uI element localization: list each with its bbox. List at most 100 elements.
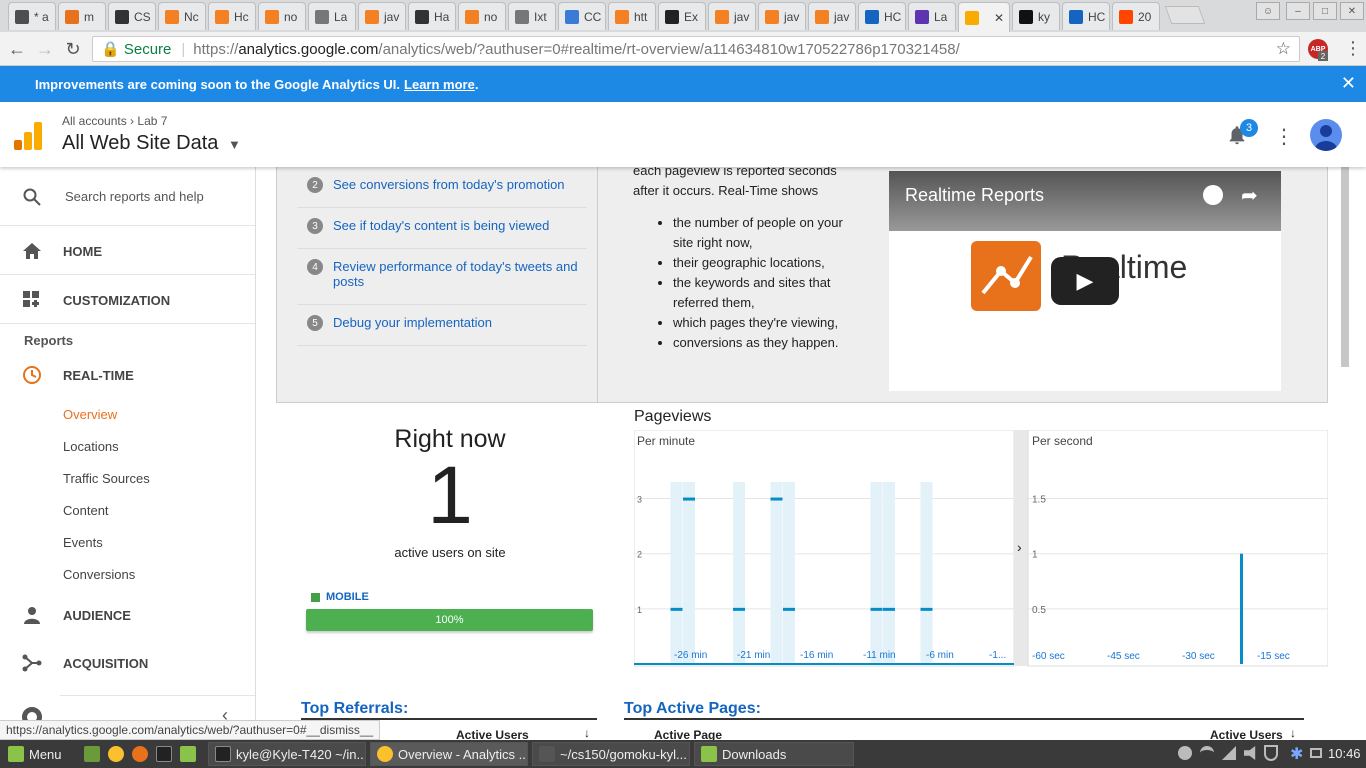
taskbar-window[interactable]: ~/cs150/gomoku-kyl... bbox=[532, 742, 690, 766]
browser-tab[interactable]: La bbox=[308, 2, 356, 30]
browser-tab[interactable]: Ex bbox=[658, 2, 706, 30]
minute-bar-cap bbox=[683, 497, 695, 501]
breadcrumb[interactable]: All accounts › Lab 7 bbox=[62, 114, 167, 128]
start-menu-button[interactable]: Menu bbox=[2, 742, 70, 766]
back-icon[interactable]: ← bbox=[6, 38, 28, 60]
breadcrumb-property[interactable]: Lab 7 bbox=[137, 114, 167, 128]
intro-step[interactable]: 5 Debug your implementation bbox=[297, 315, 587, 346]
active-page-header[interactable]: Active Page bbox=[654, 728, 722, 740]
video-player[interactable]: Realtime Reports ➦ Realtime ▶ bbox=[889, 171, 1281, 391]
wifi-tray-icon[interactable] bbox=[1200, 746, 1214, 760]
browser-tab[interactable]: jav bbox=[708, 2, 756, 30]
sidebar-item-content[interactable]: Content bbox=[63, 503, 109, 518]
browser-tab[interactable]: Hc bbox=[208, 2, 256, 30]
learn-more-link[interactable]: Learn more bbox=[404, 77, 475, 92]
sort-down-icon[interactable]: ↓ bbox=[1290, 726, 1296, 740]
browser-tab[interactable]: Ha bbox=[408, 2, 456, 30]
reload-icon[interactable]: ↻ bbox=[62, 38, 84, 60]
browser-tab[interactable]: Ixt bbox=[508, 2, 556, 30]
intro-step[interactable]: 3 See if today's content is being viewed bbox=[297, 218, 587, 249]
battery-tray-icon[interactable] bbox=[1310, 748, 1322, 758]
signal-tray-icon[interactable] bbox=[1222, 746, 1236, 760]
step-link[interactable]: See if today's content is being viewed bbox=[333, 218, 549, 248]
shield-tray-icon[interactable] bbox=[1264, 745, 1278, 761]
view-selector[interactable]: All Web Site Data ▼ bbox=[62, 132, 241, 155]
user-tray-icon[interactable] bbox=[1178, 746, 1192, 760]
browser-tab[interactable]: no bbox=[458, 2, 506, 30]
referrals-active-users-header[interactable]: Active Users bbox=[456, 728, 529, 740]
chrome-launcher-icon[interactable] bbox=[102, 742, 129, 766]
profile-button[interactable]: ☺ bbox=[1256, 2, 1280, 20]
taskbar-window[interactable]: Overview - Analytics ... bbox=[370, 742, 528, 766]
browser-tab[interactable]: CS bbox=[108, 2, 156, 30]
play-button[interactable]: ▶ bbox=[1051, 257, 1119, 305]
browser-tab[interactable]: ✕ bbox=[958, 2, 1010, 32]
browser-tab[interactable]: jav bbox=[358, 2, 406, 30]
browser-tab[interactable]: Nc bbox=[158, 2, 206, 30]
sidebar-item-traffic-sources[interactable]: Traffic Sources bbox=[63, 471, 150, 486]
address-bar[interactable]: 🔒 Secure | https://analytics.google.com /… bbox=[92, 36, 1300, 62]
sidebar-item-overview[interactable]: Overview bbox=[63, 407, 117, 422]
taskbar-window[interactable]: kyle@Kyle-T420 ~/in... bbox=[208, 742, 366, 766]
browser-tab[interactable]: La bbox=[908, 2, 956, 30]
maximize-button[interactable]: □ bbox=[1313, 2, 1337, 20]
browser-tab[interactable]: jav bbox=[758, 2, 806, 30]
step-link[interactable]: Debug your implementation bbox=[333, 315, 492, 345]
sidebar-item-locations[interactable]: Locations bbox=[63, 439, 119, 454]
tab-close-icon[interactable]: ✕ bbox=[994, 11, 1004, 25]
browser-tab[interactable]: HC bbox=[1062, 2, 1110, 30]
step-link[interactable]: Review performance of today's tweets and… bbox=[333, 259, 583, 304]
firefox-launcher-icon[interactable] bbox=[126, 742, 153, 766]
sidebar-label-audience: AUDIENCE bbox=[63, 608, 131, 623]
browser-tab[interactable]: * a bbox=[8, 2, 56, 30]
intro-step[interactable]: 4 Review performance of today's tweets a… bbox=[297, 259, 587, 305]
watch-later-icon[interactable] bbox=[1203, 185, 1223, 205]
sidebar-search[interactable]: Search reports and help bbox=[0, 185, 255, 209]
sidebar-item-conversions[interactable]: Conversions bbox=[63, 567, 135, 582]
intro-step[interactable]: 2 See conversions from today's promotion bbox=[297, 177, 587, 208]
adblock-badge: 2 bbox=[1318, 51, 1328, 61]
sidebar-item-realtime[interactable]: REAL-TIME bbox=[0, 363, 255, 387]
sidebar-item-customization[interactable]: CUSTOMIZATION bbox=[0, 288, 255, 312]
browser-tab[interactable]: no bbox=[258, 2, 306, 30]
browser-tab[interactable]: HC bbox=[858, 2, 906, 30]
sidebar-item-audience[interactable]: AUDIENCE bbox=[0, 603, 255, 627]
bookmark-star-icon[interactable]: ☆ bbox=[1276, 39, 1291, 59]
browser-tab[interactable]: htt bbox=[608, 2, 656, 30]
device-share-bar[interactable]: 100% bbox=[306, 609, 593, 631]
avatar[interactable] bbox=[1310, 119, 1342, 151]
files-launcher-icon[interactable] bbox=[174, 742, 201, 766]
browser-tab[interactable]: ky bbox=[1012, 2, 1060, 30]
close-window-button[interactable]: ✕ bbox=[1340, 2, 1364, 20]
sidebar-item-events[interactable]: Events bbox=[63, 535, 103, 550]
show-desktop-icon[interactable] bbox=[78, 742, 105, 766]
breadcrumb-accounts[interactable]: All accounts bbox=[62, 114, 127, 128]
expand-chevron-icon[interactable]: › bbox=[1017, 539, 1022, 555]
step-link[interactable]: See conversions from today's promotion bbox=[333, 177, 565, 207]
bluetooth-tray-icon[interactable]: ✱ bbox=[1290, 744, 1303, 764]
terminal-launcher-icon[interactable] bbox=[150, 742, 177, 766]
clock[interactable]: 10:46 bbox=[1328, 746, 1361, 761]
bullet-item: which pages they're viewing, bbox=[673, 313, 843, 333]
forward-icon[interactable]: → bbox=[34, 38, 56, 60]
browser-tab[interactable]: m bbox=[58, 2, 106, 30]
browser-tab[interactable]: CC bbox=[558, 2, 606, 30]
minimize-button[interactable]: – bbox=[1286, 2, 1310, 20]
pages-active-users-header[interactable]: Active Users bbox=[1210, 728, 1283, 740]
more-options-icon[interactable]: ⋮ bbox=[1274, 124, 1294, 149]
sidebar-item-home[interactable]: HOME bbox=[0, 239, 255, 263]
browser-tab[interactable]: jav bbox=[808, 2, 856, 30]
secure-indicator[interactable]: 🔒 Secure bbox=[101, 40, 171, 58]
sidebar-item-acquisition[interactable]: ACQUISITION bbox=[0, 651, 255, 675]
sort-down-icon[interactable]: ↓ bbox=[584, 726, 590, 740]
new-tab-button[interactable] bbox=[1164, 6, 1206, 24]
intro-scrollbar[interactable] bbox=[1341, 167, 1349, 367]
banner-close-icon[interactable]: ✕ bbox=[1341, 73, 1356, 94]
analytics-logo-icon[interactable] bbox=[14, 122, 42, 150]
browser-menu-icon[interactable]: ⋮ bbox=[1344, 38, 1362, 59]
divider bbox=[0, 274, 255, 275]
volume-tray-icon[interactable] bbox=[1244, 746, 1256, 760]
share-icon[interactable]: ➦ bbox=[1241, 183, 1258, 208]
browser-tab[interactable]: 20 bbox=[1112, 2, 1160, 30]
taskbar-window[interactable]: Downloads bbox=[694, 742, 854, 766]
